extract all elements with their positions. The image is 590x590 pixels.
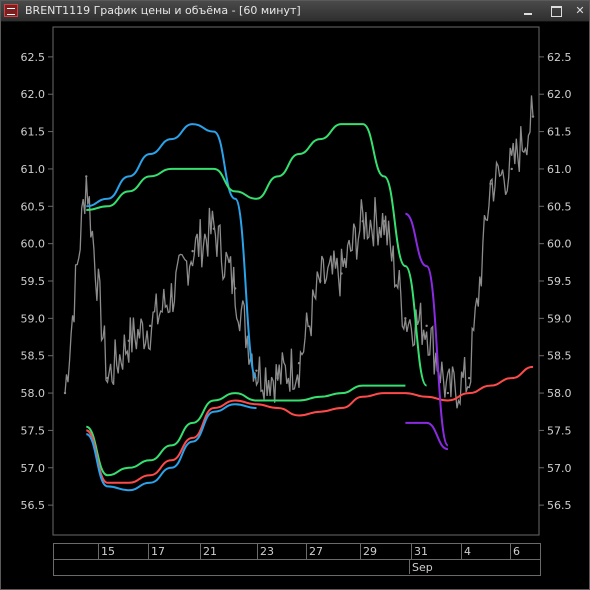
price-point xyxy=(531,115,535,118)
price-point xyxy=(382,220,386,223)
time-tick xyxy=(510,544,511,559)
y-tick-label-left: 61.5 xyxy=(21,126,46,139)
maximize-button[interactable] xyxy=(548,4,564,18)
time-tick-label: 17 xyxy=(151,545,165,558)
chart-window: BRENT1119 График цены и объёма - [60 мин… xyxy=(0,0,590,590)
y-tick-label-left: 56.5 xyxy=(21,499,46,512)
time-tick-label: 6 xyxy=(513,545,520,558)
close-icon: ✕ xyxy=(575,4,585,17)
chart-app-icon[interactable] xyxy=(4,4,18,17)
time-tick-label: 27 xyxy=(309,545,323,558)
y-tick-label-left: 57.5 xyxy=(21,424,46,437)
price-point xyxy=(170,294,173,298)
y-tick-label-right: 57.5 xyxy=(547,424,572,437)
y-tick-label-right: 62.5 xyxy=(547,51,572,64)
price-point xyxy=(489,182,492,186)
y-tick-label-right: 61.5 xyxy=(547,126,572,139)
channel-upper-blue-line xyxy=(86,123,258,380)
plot-frame xyxy=(52,26,540,536)
price-line xyxy=(64,95,534,409)
close-button[interactable]: ✕ xyxy=(572,4,588,18)
time-axis-divider xyxy=(54,559,540,560)
price-point xyxy=(340,272,343,275)
price-point xyxy=(510,167,513,171)
y-tick-label-right: 58.0 xyxy=(547,387,572,400)
price-point xyxy=(63,391,67,395)
time-tick xyxy=(360,544,361,559)
time-tick xyxy=(306,544,307,559)
y-tick-label-left: 57.0 xyxy=(21,462,46,475)
y-tick-label-left: 59.5 xyxy=(21,275,46,288)
y-tick-label-right: 56.5 xyxy=(547,499,572,512)
time-tick xyxy=(461,544,462,559)
price-point xyxy=(127,339,131,342)
y-tick-label-left: 58.0 xyxy=(21,387,46,400)
time-tick-label: 21 xyxy=(203,545,217,558)
price-point xyxy=(446,391,450,395)
time-tick-label: 4 xyxy=(464,545,471,558)
price-point xyxy=(148,324,152,328)
y-tick-label-left: 62.5 xyxy=(21,51,46,64)
channel-lower-blue-line xyxy=(85,403,257,492)
y-tick-label-right: 59.5 xyxy=(547,275,572,288)
y-tick-label-left: 59.0 xyxy=(21,312,46,325)
window-title: BRENT1119 График цены и объёма - [60 мин… xyxy=(25,4,301,17)
time-tick-label: 23 xyxy=(260,545,274,558)
price-point xyxy=(467,376,471,380)
price-point xyxy=(276,376,279,380)
time-tick-label: 15 xyxy=(101,545,115,558)
minimize-icon xyxy=(524,13,532,15)
price-point xyxy=(233,287,237,290)
y-tick-label-right: 57.0 xyxy=(547,462,572,475)
title-bar[interactable]: BRENT1119 График цены и объёма - [60 мин… xyxy=(1,1,589,22)
maximize-icon xyxy=(551,6,562,17)
time-tick xyxy=(200,544,201,559)
y-tick-label-right: 59.0 xyxy=(547,312,572,325)
price-point xyxy=(404,317,407,320)
y-tick-label-right: 58.5 xyxy=(547,350,572,363)
y-tick-label-left: 62.0 xyxy=(21,88,46,101)
time-tick xyxy=(411,544,412,559)
price-point xyxy=(212,227,216,230)
time-axis[interactable]: 15 17 21 23 27 29 31 4 6 Sep xyxy=(53,543,541,576)
price-chart[interactable]: 62.5 62.5 62.0 62.0 61.5 61.5 61.0 61.0 60.5 60.5… xyxy=(1,22,589,542)
price-point xyxy=(425,324,428,328)
y-tick-label-right: 60.5 xyxy=(547,200,572,213)
channel-upper-green-line xyxy=(86,123,428,387)
time-tick xyxy=(98,544,99,559)
time-tick-label: 31 xyxy=(414,545,428,558)
time-tick xyxy=(148,544,149,559)
month-tick xyxy=(409,560,410,574)
price-point xyxy=(319,279,322,283)
price-point xyxy=(361,220,365,223)
price-point xyxy=(85,175,88,178)
time-tick xyxy=(257,544,258,559)
minimize-button[interactable] xyxy=(520,4,536,18)
price-point xyxy=(106,376,109,380)
y-tick-label-left: 58.5 xyxy=(21,350,46,363)
price-point xyxy=(191,249,194,253)
month-label: Sep xyxy=(412,561,433,574)
y-tick-label-right: 60.0 xyxy=(547,238,572,251)
y-tick-label-left: 61.0 xyxy=(21,163,46,176)
y-tick-label-left: 60.5 xyxy=(21,200,46,213)
y-tick-label-left: 60.0 xyxy=(21,238,46,251)
price-point xyxy=(297,361,301,365)
y-tick-label-right: 61.0 xyxy=(547,163,572,176)
y-tick-label-right: 62.0 xyxy=(547,88,572,101)
channel-lower-purple-line xyxy=(405,421,449,451)
price-point xyxy=(255,369,258,372)
time-tick-label: 29 xyxy=(363,545,377,558)
